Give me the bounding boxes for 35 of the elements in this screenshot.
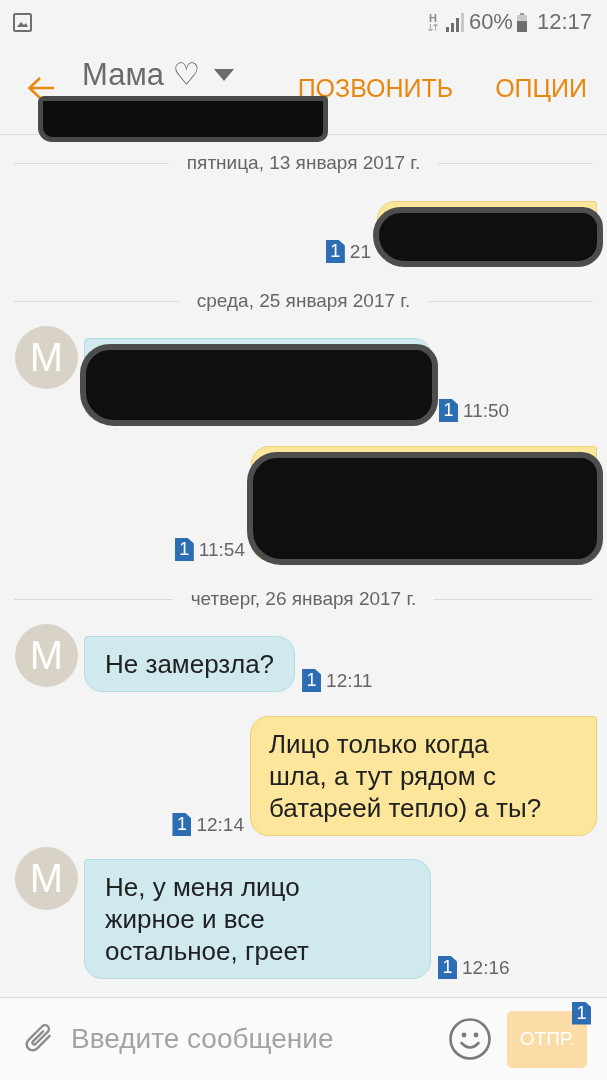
message-time: 12:16: [462, 956, 510, 979]
message-time: 11:50: [463, 399, 510, 422]
message-time: 12:14: [196, 813, 244, 836]
sim-badge: 1: [572, 1001, 591, 1025]
call-button[interactable]: ПОЗВОНИТЬ: [297, 74, 454, 103]
avatar: М: [15, 847, 78, 910]
message-time: 11:54: [198, 538, 245, 561]
sim-badge: 1: [174, 538, 194, 561]
back-arrow-icon[interactable]: [27, 76, 55, 100]
status-time: 12:17: [536, 9, 592, 35]
image-icon: [13, 12, 32, 32]
sim-badge: 1: [325, 240, 345, 263]
sim-badge: 1: [172, 813, 192, 836]
data-arrows-icon: [427, 24, 438, 31]
message-time: 12:11: [326, 669, 373, 692]
sim-badge: 1: [439, 399, 458, 422]
date-separator: четверг, 26 января 2017 г.: [189, 588, 418, 610]
battery-percent: 60%: [468, 9, 513, 35]
options-button[interactable]: ОПЦИИ: [495, 74, 587, 103]
dropdown-caret-icon[interactable]: [214, 68, 235, 81]
smiley-icon[interactable]: [449, 1018, 491, 1060]
signal-icon: [445, 12, 464, 32]
sim-badge: 1: [438, 956, 457, 979]
message-bubble: Лицо только когда шла, а тут рядом с батареей тепло) а ты?: [250, 716, 597, 836]
network-type: H: [428, 13, 437, 24]
avatar: М: [15, 624, 78, 687]
sim-badge: 1: [302, 669, 322, 692]
avatar: М: [15, 326, 78, 389]
date-separator: среда, 25 января 2017 г.: [195, 290, 412, 312]
contact-name[interactable]: Мама ♡: [82, 56, 201, 93]
date-separator: пятница, 13 января 2017 г.: [185, 152, 422, 174]
message-bubble: Не замерзла?: [84, 636, 296, 692]
battery-icon: [516, 12, 527, 32]
message-bubble: Не, у меня лицо жирное и все остальное, греет: [84, 859, 431, 979]
message-time: 21: [349, 240, 371, 263]
